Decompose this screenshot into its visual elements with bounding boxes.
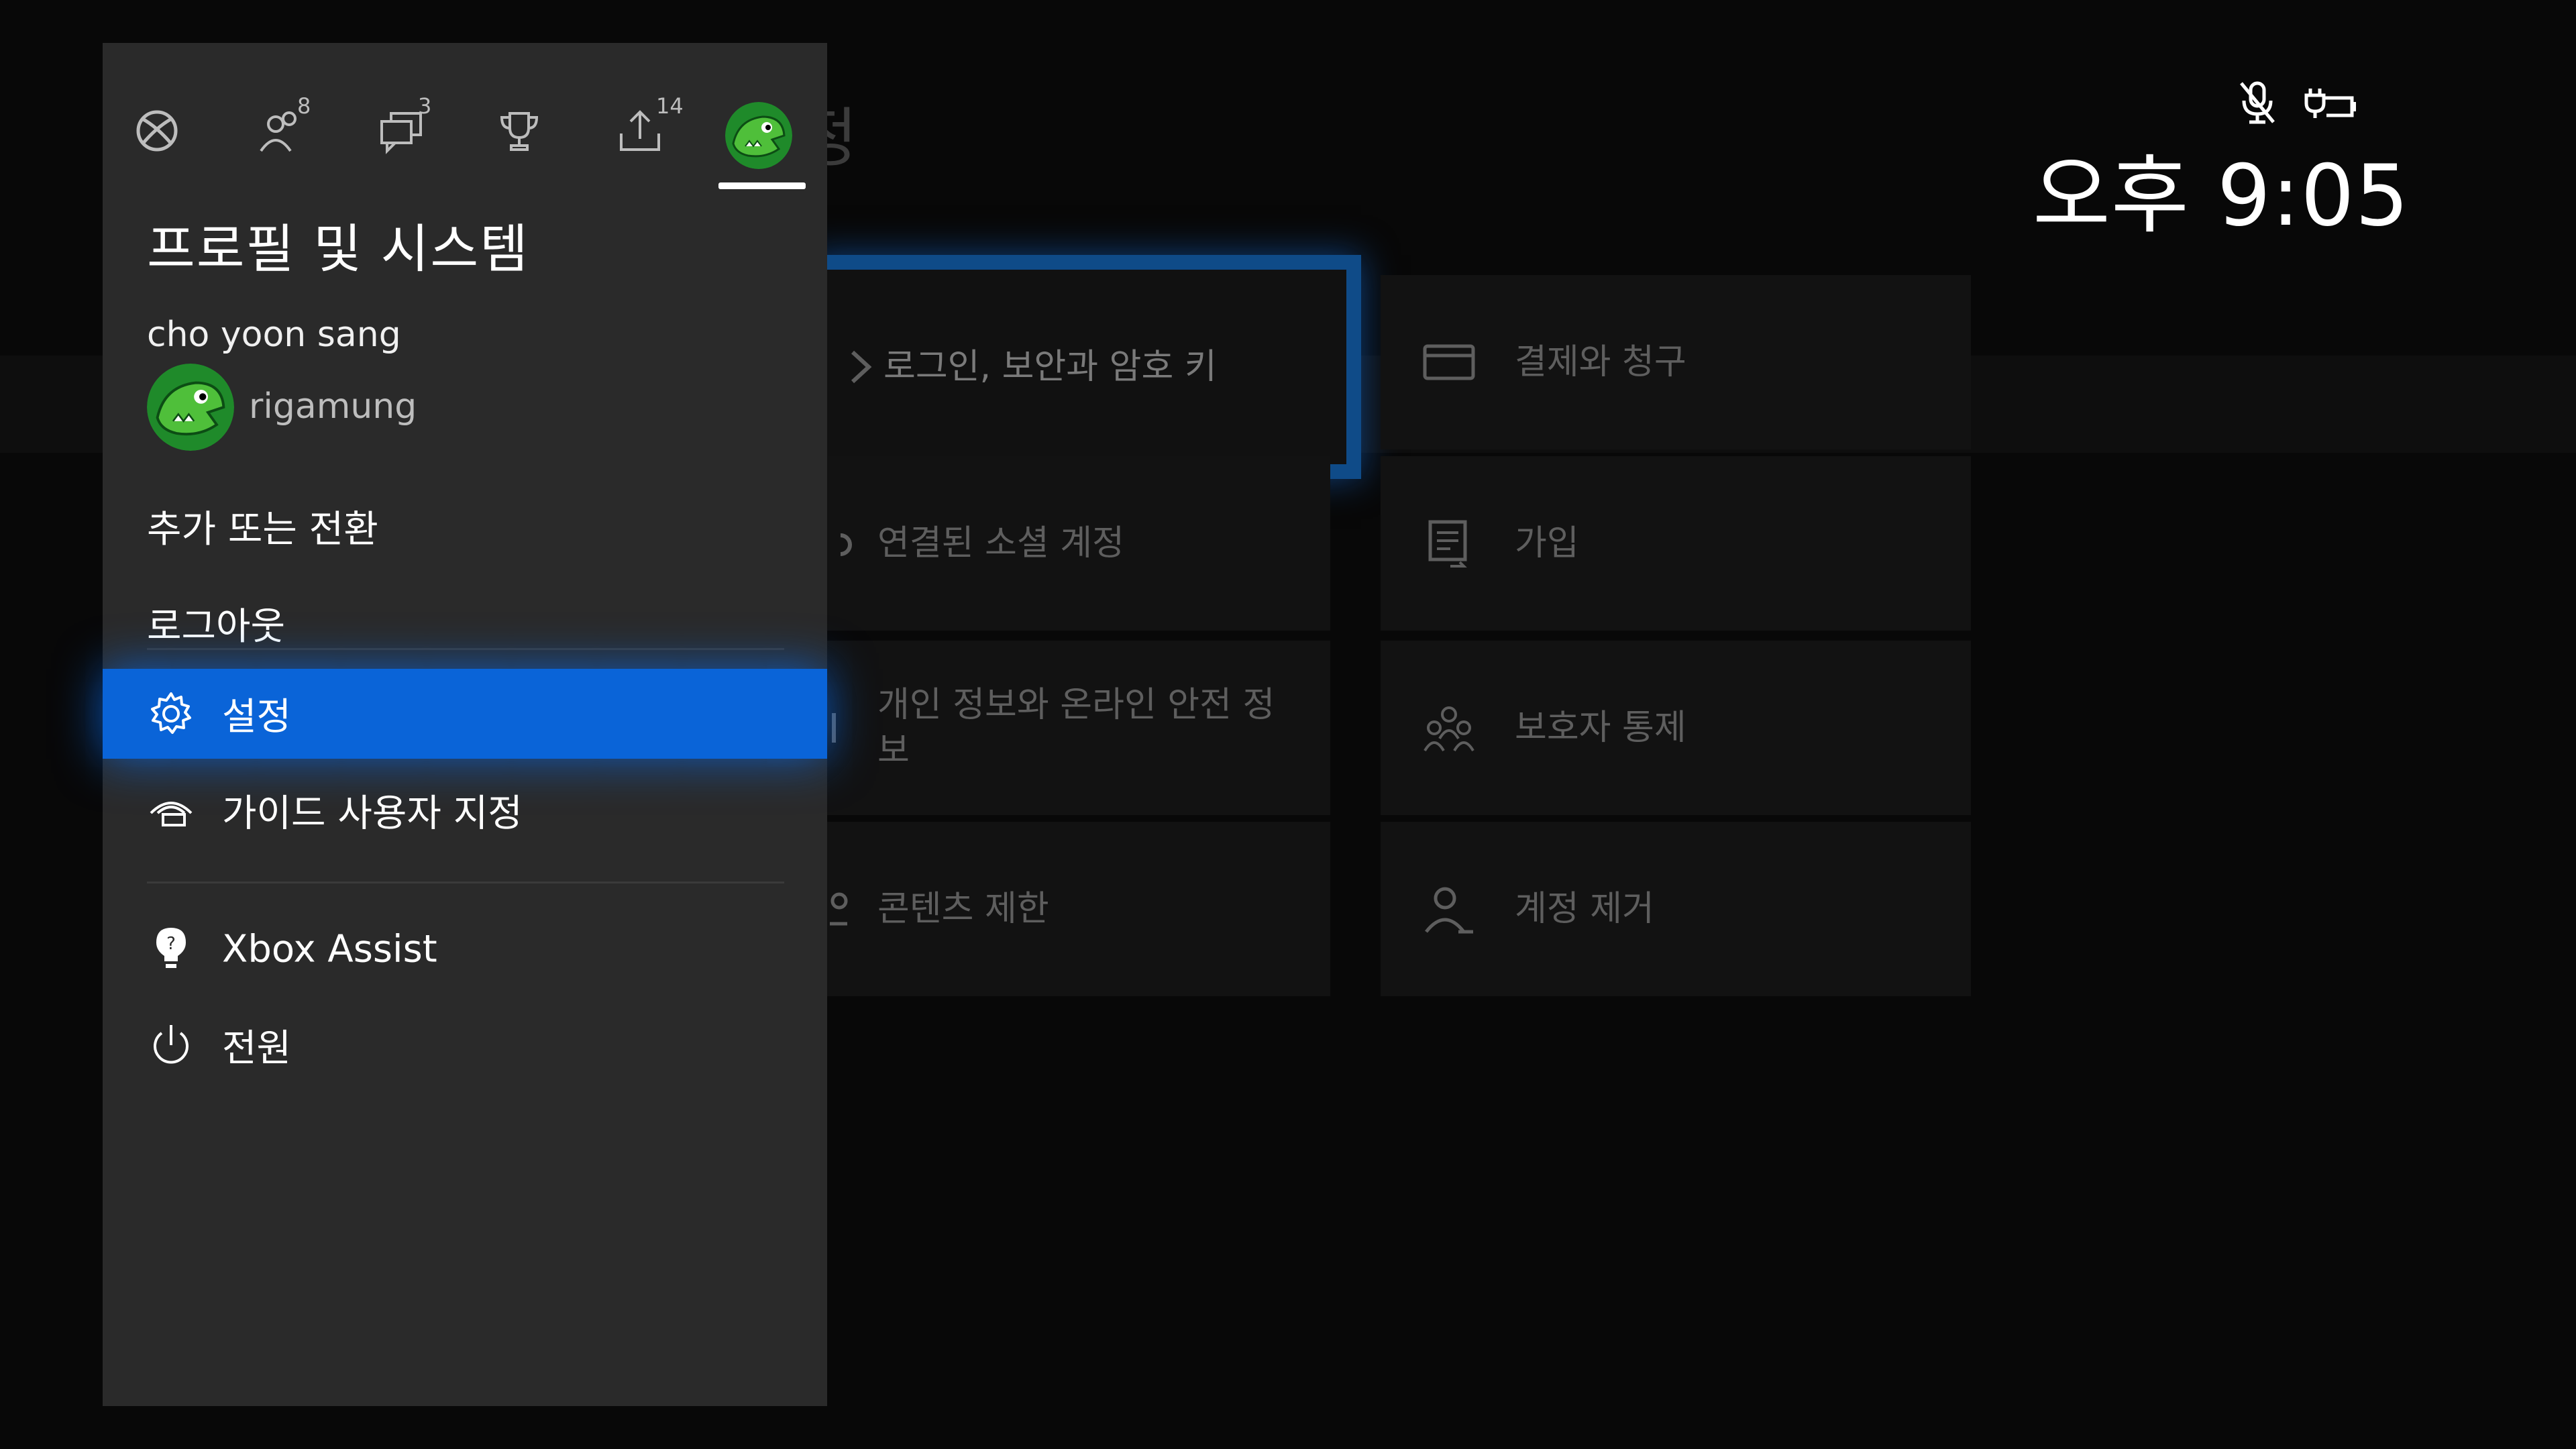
credit-card-icon [1421,334,1477,390]
avatar[interactable] [147,364,234,451]
profile-tab[interactable] [725,102,792,169]
guide-tab-bar: 8 3 14 [103,70,827,189]
friends-tab[interactable]: 8 [257,93,311,160]
active-tab-indicator [718,182,806,189]
add-or-switch-button[interactable]: 추가 또는 전환 [147,499,378,553]
clock: 오후 9:05 [2033,146,2410,245]
tile-label: 연결된 소셜 계정 [877,523,1124,564]
broadcast-tab[interactable]: 14 [616,93,684,160]
tile-label: 보호자 통제 [1515,708,1686,748]
avatar-icon [725,102,792,169]
link-icon [827,515,883,572]
tile-linked-social-accounts[interactable]: 연결된 소셜 계정 [827,456,1330,631]
content-restriction-icon [827,881,883,937]
xbox-assist-label: Xbox Assist [222,927,437,971]
panel-title: 프로필 및 시스템 [147,219,529,280]
tile-parental-controls[interactable]: 보호자 통제 [1381,641,1971,815]
tile-label: 콘텐츠 제한 [877,889,1049,929]
gear-icon [147,690,195,738]
lightbulb-icon: ? [147,925,195,973]
tile-subscriptions[interactable]: 가입 [1381,456,1971,631]
battery-charging-icon [2300,79,2357,126]
power-icon [147,1021,195,1069]
guide-panel: 8 3 14 프로필 및 시스템 cho yoon sang rigamung … [103,43,827,1406]
tab-badge: 8 [297,93,311,119]
profile-real-name: cho yoon sang [147,315,401,355]
customize-guide-label: 가이드 사용자 지정 [222,792,523,836]
tile-content-restrictions[interactable]: 콘텐츠 제한 [827,822,1330,996]
settings-menu-item[interactable]: 설정 [103,669,827,759]
tab-badge: 3 [418,93,432,119]
divider [147,648,784,650]
power-menu-item[interactable]: 전원 [103,1000,827,1090]
tile-label: 로그인, 보안과 암호 키 [883,347,1217,387]
family-icon [1421,700,1477,756]
mic-muted-icon [2237,79,2277,126]
tile-remove-account[interactable]: 계정 제거 [1381,822,1971,996]
avatar-icon [147,364,234,451]
tile-label: 개인 정보와 온라인 안전 정보 [877,685,1275,771]
divider [147,881,784,883]
subscription-icon [1421,515,1477,572]
xbox-logo-icon [133,107,186,155]
messages-tab[interactable]: 3 [378,93,431,160]
achievements-tab[interactable] [495,107,549,160]
power-label: 전원 [222,1026,292,1071]
tile-payment-billing[interactable]: 결제와 청구 [1381,275,1971,449]
tile-privacy-online-safety[interactable]: 개인 정보와 온라인 안전 정보 [827,641,1330,815]
profile-gamertag: rigamung [249,386,417,427]
svg-text:?: ? [166,934,176,954]
xbox-home-tab[interactable] [133,107,186,160]
shield-icon [827,700,883,756]
customize-guide-menu-item[interactable]: 가이드 사용자 지정 [103,765,827,855]
customize-icon [147,786,195,835]
tile-label: 결제와 청구 [1515,342,1686,382]
settings-label: 설정 [222,695,292,739]
sign-out-button[interactable]: 로그아웃 [147,596,285,651]
person-remove-icon [1421,881,1477,937]
tab-badge: 14 [656,93,684,119]
tile-label: 가입 [1515,523,1579,564]
xbox-assist-menu-item[interactable]: ? Xbox Assist [103,904,827,994]
trophy-icon [495,107,549,155]
tile-label: 계정 제거 [1515,889,1654,929]
tile-sign-in-security[interactable]: 로그인, 보안과 암호 키 [808,255,1361,479]
